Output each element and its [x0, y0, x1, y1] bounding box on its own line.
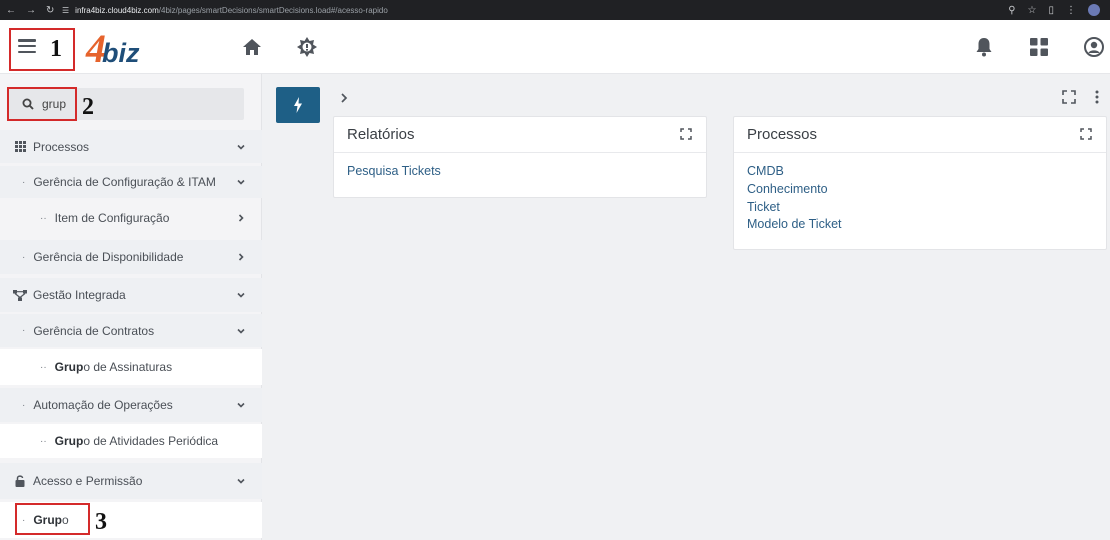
sidebar-item-grupo-assinaturas[interactable]: ·· Grupo de Assinaturas — [0, 349, 262, 385]
lock-icon — [13, 475, 27, 487]
sidebar-item-label: Grupo de Assinaturas — [54, 360, 173, 374]
url-host: infra4biz.cloud4biz.com — [75, 5, 159, 15]
chevron-right-icon — [238, 253, 244, 261]
sidebar-item-gerencia-configuracao[interactable]: · Gerência de Configuração & ITAM — [0, 166, 262, 198]
forward-icon[interactable]: → — [26, 5, 36, 16]
chevron-down-icon — [237, 478, 245, 484]
chevron-down-icon — [237, 328, 245, 334]
card-title: Processos — [747, 126, 818, 143]
sidebar-item-label: Gerência de Configuração & ITAM — [33, 175, 216, 189]
extensions-icon[interactable]: ▯ — [1048, 5, 1054, 16]
sidebar-item-label: Gestão Integrada — [33, 288, 126, 302]
browser-profile-avatar[interactable] — [1088, 4, 1100, 16]
brand-logo[interactable]: 4 biz — [86, 28, 140, 69]
browser-menu-icon[interactable]: ⋮ — [1066, 5, 1076, 16]
link-ticket[interactable]: Ticket — [747, 199, 1093, 217]
url-path: /4biz/pages/smartDecisions/smartDecision… — [158, 5, 388, 15]
search-match-highlight: Grup — [54, 434, 84, 448]
sidebar-item-gerencia-contratos[interactable]: · Gerência de Contratos — [0, 314, 262, 347]
annotation-number-1: 1 — [50, 36, 62, 62]
expand-icon[interactable] — [1080, 128, 1092, 140]
expand-icon[interactable] — [680, 128, 692, 140]
more-options-icon[interactable] — [1090, 90, 1104, 104]
link-pesquisa-tickets[interactable]: Pesquisa Tickets — [347, 163, 693, 181]
zoom-icon[interactable]: ⚲ — [1008, 5, 1015, 16]
annotation-number-3: 3 — [95, 509, 107, 535]
sidebar-item-grupo-atividades[interactable]: ·· Grupo de Atividades Periódica — [0, 424, 262, 458]
sidebar-item-item-configuracao[interactable]: ·· Item de Configuração — [0, 201, 262, 235]
bookmark-star-icon[interactable]: ☆ — [1028, 5, 1037, 16]
hierarchy-icon — [13, 289, 27, 301]
annotation-box-3 — [15, 503, 90, 535]
sidebar-item-label: Gerência de Contratos — [33, 323, 155, 338]
chevron-down-icon — [237, 179, 245, 185]
sidebar-item-label: Automação de Operações — [33, 398, 173, 412]
sun-badge-icon[interactable] — [296, 36, 318, 58]
notification-bell-icon[interactable] — [973, 36, 995, 58]
card-links: Pesquisa Tickets — [334, 153, 706, 191]
user-account-icon[interactable] — [1083, 36, 1105, 58]
card-title: Relatórios — [347, 126, 415, 143]
chevron-right-icon — [238, 214, 244, 222]
site-settings-icon[interactable]: ☰ — [62, 6, 69, 15]
chevron-down-icon — [237, 402, 245, 408]
sidebar-item-gestao-integrada[interactable]: Gestão Integrada — [0, 278, 262, 312]
annotation-box-1 — [9, 28, 75, 71]
sidebar: grup Processos · Gerência de Configuraçã… — [0, 74, 262, 540]
sidebar-item-processos[interactable]: Processos — [0, 130, 262, 163]
grid-icon — [13, 141, 27, 152]
chevron-down-icon — [237, 144, 245, 150]
link-cmdb[interactable]: CMDB — [747, 163, 1093, 181]
card-processos: Processos CMDB Conhecimento Ticket Model… — [733, 116, 1107, 250]
annotation-number-2: 2 — [82, 94, 94, 120]
sidebar-item-label: Gerência de Disponibilidade — [33, 250, 184, 264]
card-links: CMDB Conhecimento Ticket Modelo de Ticke… — [734, 153, 1106, 244]
quick-access-button[interactable] — [276, 87, 320, 123]
sidebar-item-label: Item de Configuração — [54, 211, 170, 225]
breadcrumb-chevron-icon — [341, 93, 348, 103]
annotation-box-2 — [7, 87, 77, 121]
home-icon[interactable] — [241, 36, 263, 58]
reload-icon[interactable]: ↻ — [46, 5, 54, 16]
link-modelo-ticket[interactable]: Modelo de Ticket — [747, 216, 1093, 234]
address-bar[interactable]: ☰ infra4biz.cloud4biz.com/4biz/pages/sma… — [62, 6, 388, 15]
sidebar-item-acesso-permissao[interactable]: Acesso e Permissão — [0, 463, 262, 499]
apps-grid-icon[interactable] — [1028, 36, 1050, 58]
back-icon[interactable]: ← — [6, 5, 16, 16]
sidebar-item-label: Processos — [33, 139, 90, 154]
sidebar-item-gerencia-disponibilidade[interactable]: · Gerência de Disponibilidade — [0, 240, 262, 274]
app-header: 4 biz — [0, 20, 1110, 74]
card-relatorios: Relatórios Pesquisa Tickets — [333, 116, 707, 198]
lightning-bolt-icon — [294, 97, 302, 113]
search-match-highlight: Grup — [54, 360, 84, 374]
browser-actions: ⚲ ☆ ▯ ⋮ — [1008, 4, 1110, 16]
chevron-down-icon — [237, 292, 245, 298]
fullscreen-icon[interactable] — [1062, 90, 1076, 104]
sidebar-item-label: Grupo de Atividades Periódica — [54, 434, 219, 448]
browser-nav: ← → ↻ — [0, 5, 60, 16]
sidebar-item-label: Acesso e Permissão — [33, 474, 143, 488]
link-conhecimento[interactable]: Conhecimento — [747, 181, 1093, 199]
sidebar-item-automacao-operacoes[interactable]: · Automação de Operações — [0, 388, 262, 422]
browser-toolbar: ← → ↻ ☰ infra4biz.cloud4biz.com/4biz/pag… — [0, 0, 1110, 20]
